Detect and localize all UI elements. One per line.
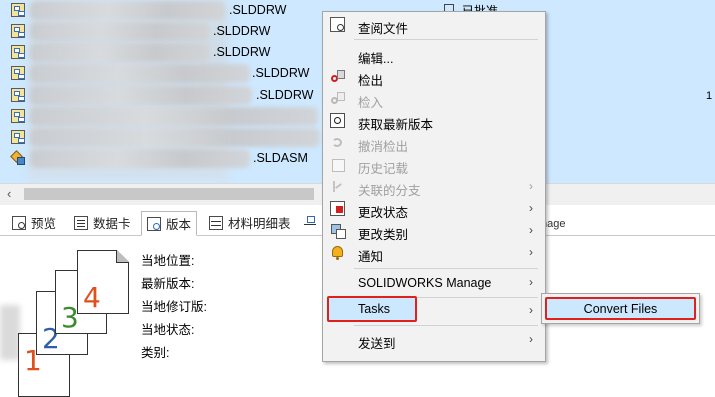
drawing-icon — [11, 88, 25, 102]
scroll-left-icon[interactable]: ‹ — [7, 186, 11, 201]
blurred-file-name — [30, 64, 250, 83]
submenu-arrow-icon: › — [529, 332, 533, 346]
undo-checkout-icon — [330, 135, 345, 150]
tasks-submenu: Convert Files — [541, 293, 700, 324]
menu-item-related-branches: 关联的分支 › — [325, 176, 541, 198]
file-extension: .SLDDRW — [213, 45, 271, 59]
menu-item-label: 更改状态 — [358, 206, 409, 220]
file-extension: .SLDASM — [253, 151, 308, 165]
branch-icon — [330, 179, 345, 194]
menu-item-send-to[interactable]: 发送到 › — [325, 329, 541, 351]
column-edge-digit: 1 — [706, 90, 713, 102]
submenu-arrow-icon: › — [529, 201, 533, 215]
menu-item-solidworks-manage[interactable]: SOLIDWORKS Manage › — [325, 272, 541, 294]
menu-item-label: 查阅文件 — [358, 22, 409, 36]
menu-item-undo-checkout: 撤消检出 — [325, 132, 541, 154]
menu-item-label: 检入 — [358, 96, 384, 110]
menu-item-label: 获取最新版本 — [358, 118, 434, 132]
drawing-icon — [11, 130, 25, 144]
drawing-icon — [11, 109, 25, 123]
menu-separator — [354, 268, 538, 269]
change-category-icon — [330, 223, 346, 239]
menu-item-label: 通知 — [358, 250, 384, 264]
menu-item-change-category[interactable]: 更改类别 › — [325, 220, 541, 242]
tab-bom[interactable]: 材料明细表 — [209, 211, 291, 234]
tab-label: 材料明细表 — [228, 217, 291, 231]
submenu-arrow-icon: › — [529, 179, 533, 193]
menu-item-label: 检出 — [358, 74, 384, 88]
menu-item-change-state[interactable]: 更改状态 › — [325, 198, 541, 220]
where-used-icon — [304, 215, 318, 230]
tab-label: 版本 — [166, 218, 192, 232]
menu-item-label: SOLIDWORKS Manage — [358, 276, 492, 290]
submenu-arrow-icon: › — [529, 223, 533, 237]
blurred-file-name — [30, 86, 252, 105]
assembly-icon — [11, 151, 25, 165]
menu-item-label: Convert Files — [583, 302, 658, 316]
blurred-file-name — [30, 22, 210, 41]
blurred-file-name — [30, 43, 210, 62]
preview-icon — [12, 215, 26, 230]
menu-item-history: 历史记载 — [325, 154, 541, 176]
change-state-icon — [330, 201, 345, 216]
tasks-highlight[interactable]: Tasks — [327, 296, 417, 322]
scroll-thumb[interactable] — [24, 188, 314, 200]
tab-version[interactable]: 版本 — [141, 211, 198, 236]
history-icon — [330, 157, 345, 172]
detail-label-local-location: 当地位置: — [141, 254, 195, 268]
check-in-icon — [330, 91, 345, 106]
file-extension: .SLDDRW — [229, 3, 287, 17]
menu-item-notify[interactable]: 通知 › — [325, 242, 541, 264]
file-extension: .SLDDRW — [213, 24, 271, 38]
notify-icon — [330, 245, 345, 260]
blurred-file-name — [30, 149, 250, 168]
drawing-icon — [11, 24, 25, 38]
menu-item-label: 撤消检出 — [358, 140, 409, 154]
version-icon — [147, 216, 161, 231]
blurred-region — [0, 305, 20, 360]
menu-separator — [354, 325, 538, 326]
file-extension: .SLDDRW — [256, 88, 314, 102]
tab-where-used[interactable] — [304, 211, 323, 234]
datacard-icon — [74, 215, 88, 230]
detail-label-category: 类别: — [141, 346, 170, 360]
menu-separator — [354, 39, 538, 40]
menu-item-check-out[interactable]: 检出 — [325, 66, 541, 88]
bom-icon — [209, 215, 223, 230]
menu-item-tasks-label: Tasks — [358, 302, 390, 316]
menu-item-label: 历史记载 — [358, 162, 409, 176]
menu-item-convert-files[interactable]: Convert Files — [545, 297, 696, 320]
document-page-icon: 4 — [77, 250, 129, 314]
drawing-icon — [11, 3, 25, 17]
menu-item-label: 更改类别 — [358, 228, 409, 242]
menu-item-edit[interactable]: 编辑... — [325, 44, 541, 66]
submenu-arrow-icon: › — [529, 275, 533, 289]
menu-item-label: 编辑... — [358, 52, 394, 66]
tab-label: 数据卡 — [93, 217, 131, 231]
drawing-icon — [11, 66, 25, 80]
drawing-icon — [11, 45, 25, 59]
submenu-arrow-icon: › — [529, 303, 533, 317]
menu-item-label: 关联的分支 — [358, 184, 421, 198]
submenu-arrow-icon: › — [529, 245, 533, 259]
blurred-file-name — [30, 1, 225, 20]
blurred-file-name — [30, 107, 318, 126]
file-extension: .SLDDRW — [252, 66, 310, 80]
get-latest-icon — [330, 113, 345, 128]
view-file-icon — [330, 17, 345, 32]
detail-label-latest-version: 最新版本: — [141, 277, 195, 291]
doc-number: 4 — [83, 281, 101, 314]
blurred-file-name — [30, 128, 320, 147]
tab-datacard[interactable]: 数据卡 — [74, 211, 131, 234]
menu-item-get-latest[interactable]: 获取最新版本 — [325, 110, 541, 132]
tab-preview[interactable]: 预览 — [12, 211, 56, 234]
detail-label-local-state: 当地状态: — [141, 323, 195, 337]
version-document-stack: 1 2 3 4 — [0, 245, 140, 397]
detail-label-local-revision: 当地修订版: — [141, 300, 207, 314]
menu-item-label: 发送到 — [358, 337, 396, 351]
check-out-icon — [330, 69, 345, 84]
menu-item-check-in: 检入 — [325, 88, 541, 110]
menu-item-view-file[interactable]: 查阅文件 — [325, 14, 541, 36]
tab-label: 预览 — [31, 217, 57, 231]
